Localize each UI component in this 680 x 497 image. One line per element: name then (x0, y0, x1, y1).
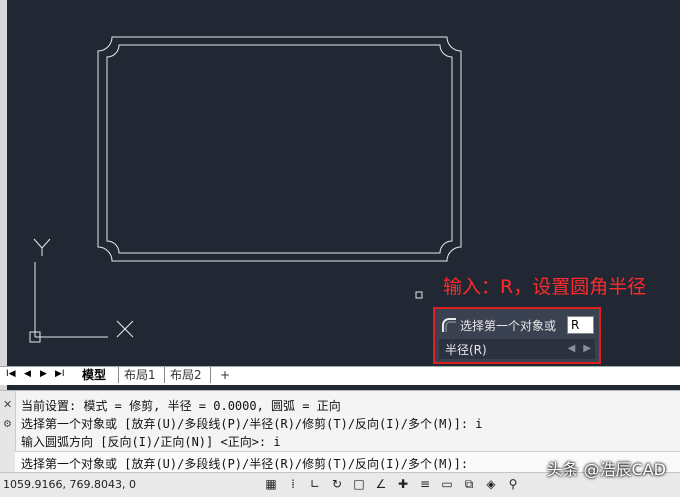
tab-layout2[interactable]: 布局2 (166, 367, 206, 383)
command-history-line: 选择第一个对象或 [放弃(U)/多段线(P)/半径(R)/修剪(T)/反向(I)… (21, 417, 483, 431)
polar-icon[interactable]: ↻ (330, 477, 344, 491)
snap-icon[interactable]: ⁞ (286, 477, 300, 491)
command-prompt: 选择第一个对象或 [放弃(U)/多段线(P)/半径(R)/修剪(T)/反向(I)… (21, 457, 469, 471)
grid-icon[interactable]: ▦ (264, 477, 278, 491)
cursor-pickbox (415, 291, 423, 299)
ortho-icon[interactable]: ∟ (308, 477, 322, 491)
tab-model[interactable]: 模型 (78, 367, 110, 383)
dynamic-input-field[interactable]: R (567, 316, 594, 334)
dynamic-input-tooltip[interactable]: 选择第一个对象或 R 半径(R) ◀ ▶ (433, 307, 601, 364)
close-icon[interactable]: ✕ (3, 398, 12, 411)
lineweight-icon[interactable]: ≡ (418, 477, 432, 491)
transparency-icon[interactable]: ▭ (440, 477, 454, 491)
inner-frame-shape[interactable] (106, 44, 453, 254)
option-radius[interactable]: 半径(R) ◀ ▶ (439, 339, 595, 359)
first-tab-button[interactable]: I◀ (6, 369, 16, 379)
window-frame-left (0, 0, 7, 390)
dyn-icon[interactable]: ✚ (396, 477, 410, 491)
next-tab-button[interactable]: ▶ (40, 369, 47, 379)
annotation-text: 输入：R，设置圆角半径 (443, 276, 647, 298)
tab-divider (118, 367, 119, 383)
tab-divider (210, 367, 211, 383)
tab-layout1[interactable]: 布局1 (120, 367, 160, 383)
tab-divider (164, 367, 165, 383)
prev-tab-button[interactable]: ◀ (24, 369, 31, 379)
command-window-handle[interactable]: ✕ ⚙ (0, 391, 16, 473)
coordinate-readout: 1059.9166, 769.8043, 0 (3, 478, 136, 491)
selection-cycling-icon[interactable]: ⧉ (462, 477, 476, 491)
3d-osnap-icon[interactable]: ◈ (484, 477, 498, 491)
command-history-line: 当前设置: 模式 = 修剪, 半径 = 0.0000, 圆弧 = 正向 (21, 399, 341, 413)
watermark: 头条 @浩辰CAD (546, 460, 666, 479)
osnap-icon[interactable]: □ (352, 477, 366, 491)
command-history-line: 输入圆弧方向 [反向(I)/正向(N)] <正向>: i (21, 435, 281, 449)
fillet-icon (442, 318, 456, 332)
next-option-icon[interactable]: ▶ (583, 343, 591, 354)
wrench-icon[interactable]: ⚙ (3, 419, 12, 430)
outer-frame-shape[interactable] (97, 36, 462, 262)
tab-add[interactable]: + (216, 367, 234, 383)
last-tab-button[interactable]: ▶I (55, 369, 65, 379)
annotation-icon[interactable]: ⚲ (506, 477, 520, 491)
ucs-icon (29, 238, 134, 343)
prev-option-icon[interactable]: ◀ (568, 343, 576, 354)
option-label: 半径(R) (445, 342, 487, 357)
layout-tabs-bar: I◀ ◀ ▶ ▶I 模型 布局1 布局2 + (0, 366, 680, 385)
otrack-icon[interactable]: ∠ (374, 477, 388, 491)
tooltip-prompt: 选择第一个对象或 (460, 318, 557, 333)
